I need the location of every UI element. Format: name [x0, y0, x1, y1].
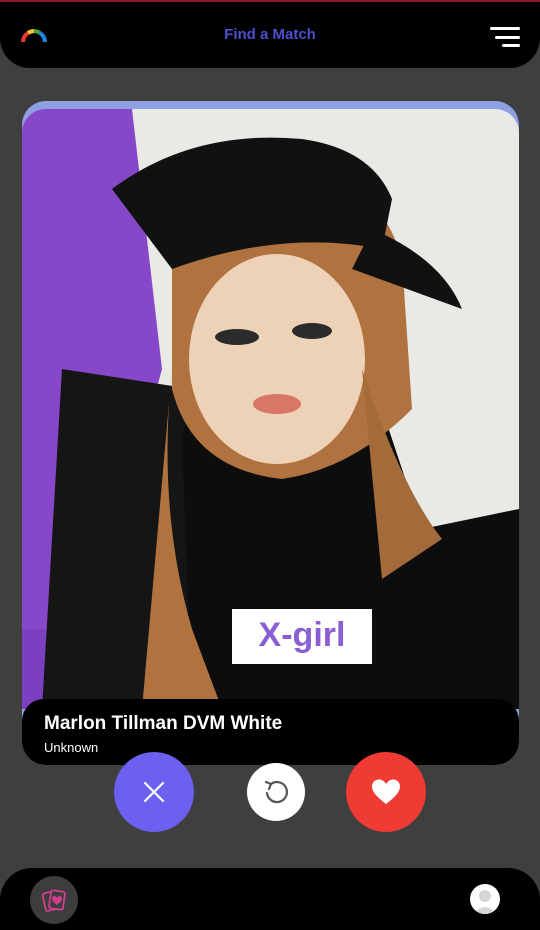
avatar-icon — [474, 890, 496, 914]
match-card[interactable]: X-girl Marlon Tillman DVM White Unknown — [22, 101, 519, 765]
nav-cards-button[interactable] — [30, 876, 78, 924]
page-title: Find a Match — [224, 26, 316, 43]
like-button[interactable] — [346, 752, 426, 832]
svg-text:X-girl: X-girl — [259, 616, 346, 654]
profile-name: Marlon Tillman DVM White — [44, 713, 283, 734]
profile-info-panel: Marlon Tillman DVM White Unknown — [22, 699, 519, 765]
avatar[interactable] — [470, 884, 500, 914]
undo-icon — [264, 780, 288, 804]
undo-button[interactable] — [247, 763, 305, 821]
menu-button[interactable] — [490, 25, 520, 49]
bottom-navigation — [0, 868, 540, 930]
cards-heart-icon — [41, 889, 66, 912]
menu-lines-icon — [490, 27, 520, 30]
close-icon — [143, 781, 165, 803]
profile-subtitle: Unknown — [44, 740, 99, 755]
app-header: Find a Match — [0, 2, 540, 68]
profile-photo: X-girl — [22, 109, 519, 709]
dislike-button[interactable] — [114, 752, 194, 832]
heart-icon — [372, 779, 400, 804]
